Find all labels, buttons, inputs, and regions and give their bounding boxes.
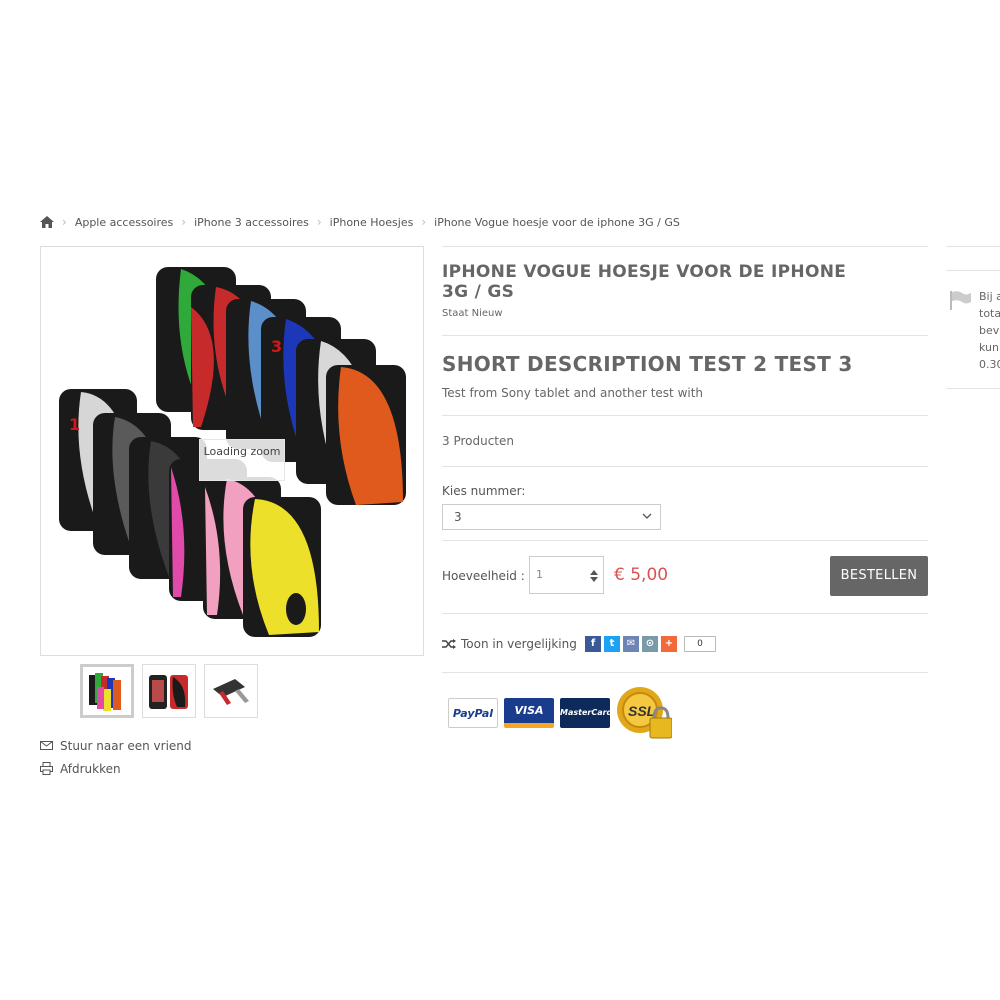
thumbnail-2[interactable]	[142, 664, 196, 718]
divider	[946, 388, 1000, 389]
shuffle-icon	[442, 639, 456, 649]
share-icon[interactable]: ⊙	[642, 636, 658, 652]
breadcrumb-separator: ›	[421, 215, 427, 229]
share-count: 0	[684, 636, 716, 652]
loading-zoom-overlay: Loading zoom	[199, 439, 285, 481]
divider	[946, 246, 1000, 247]
divider	[442, 466, 928, 467]
print-link[interactable]: Afdrukken	[40, 757, 192, 780]
svg-text:SSL: SSL	[628, 703, 655, 719]
breadcrumb-separator: ›	[316, 215, 322, 229]
quantity-input[interactable]: 1	[529, 556, 604, 594]
sidebar-info-text: Bij a tota bev kun 0.30	[979, 290, 1000, 371]
product-actions: Stuur naar een vriend Afdrukken	[40, 734, 192, 780]
payment-methods: PayPal VISA MasterCard SSL	[448, 686, 673, 740]
divider	[946, 270, 1000, 271]
compare-share-row: Toon in vergelijking f t ✉ ⊙ + 0	[442, 614, 928, 672]
breadcrumb-current: iPhone Vogue hoesje voor de iphone 3G / …	[434, 215, 680, 229]
mastercard-logo: MasterCard	[560, 698, 612, 728]
email-icon[interactable]: ✉	[623, 636, 639, 652]
paypal-logo: PayPal	[448, 698, 498, 728]
share-buttons: f t ✉ ⊙ + 0	[585, 636, 716, 652]
thumbnail-3[interactable]	[204, 664, 258, 718]
breadcrumb-link-iphone3-accessoires[interactable]: iPhone 3 accessoires	[194, 216, 309, 229]
twitter-icon[interactable]: t	[604, 636, 620, 652]
product-condition: Staat Nieuw	[442, 308, 503, 319]
thumbnail-1[interactable]	[80, 664, 134, 718]
right-sidebar: Bij a tota bev kun 0.30	[946, 246, 1000, 390]
breadcrumb: › Apple accessoires › iPhone 3 accessoir…	[40, 215, 680, 229]
printer-icon	[40, 762, 53, 775]
print-label: Afdrukken	[60, 761, 121, 776]
quantity-label: Hoeveelheid :	[442, 569, 525, 583]
stock-quantity: 3 Producten	[442, 434, 514, 448]
divider	[442, 672, 928, 673]
flag-icon	[950, 291, 971, 310]
option-label: Kies nummer:	[442, 484, 526, 498]
svg-text:1: 1	[69, 415, 80, 434]
send-to-friend-link[interactable]: Stuur naar een vriend	[40, 734, 192, 757]
breadcrumb-link-apple-accessoires[interactable]: Apple accessoires	[75, 216, 173, 229]
product-main-image[interactable]: 3 1 2 Loading zoom	[40, 246, 424, 656]
breadcrumb-separator: ›	[181, 215, 187, 229]
add-to-cart-row: Hoeveelheid : 1 € 5,00 BESTELLEN	[442, 541, 928, 613]
short-description-text: Test from Sony tablet and another test w…	[442, 386, 704, 400]
ssl-badge: SSL	[616, 686, 673, 740]
product-title: IPHONE VOGUE HOESJE VOOR DE IPHONE 3G / …	[442, 262, 847, 302]
breadcrumb-link-iphone-hoesjes[interactable]: iPhone Hoesjes	[330, 216, 414, 229]
product-price: € 5,00	[614, 565, 669, 585]
short-description-title: SHORT DESCRIPTION TEST 2 TEST 3	[442, 352, 853, 376]
divider	[442, 246, 928, 247]
number-select-value: 3	[454, 510, 462, 524]
order-button[interactable]: BESTELLEN	[830, 556, 928, 596]
home-icon[interactable]	[40, 216, 54, 228]
facebook-icon[interactable]: f	[585, 636, 601, 652]
visa-logo: VISA	[504, 698, 554, 728]
number-select[interactable]: 3	[442, 504, 661, 530]
svg-text:3: 3	[271, 337, 282, 356]
quantity-value: 1	[536, 568, 543, 581]
chevron-down-icon	[642, 513, 652, 519]
send-to-friend-label: Stuur naar een vriend	[60, 738, 192, 753]
product-info: IPHONE VOGUE HOESJE VOOR DE IPHONE 3G / …	[442, 246, 928, 673]
divider	[442, 415, 928, 416]
compare-link[interactable]: Toon in vergelijking	[442, 637, 577, 651]
ssl-lock-icon: SSL	[617, 687, 673, 739]
envelope-icon	[40, 741, 53, 750]
breadcrumb-separator: ›	[62, 215, 67, 229]
thumbnail-strip	[80, 664, 258, 718]
compare-label: Toon in vergelijking	[461, 637, 577, 651]
divider	[442, 335, 928, 336]
quantity-stepper-icon[interactable]	[590, 569, 598, 583]
plus-icon[interactable]: +	[661, 636, 677, 652]
